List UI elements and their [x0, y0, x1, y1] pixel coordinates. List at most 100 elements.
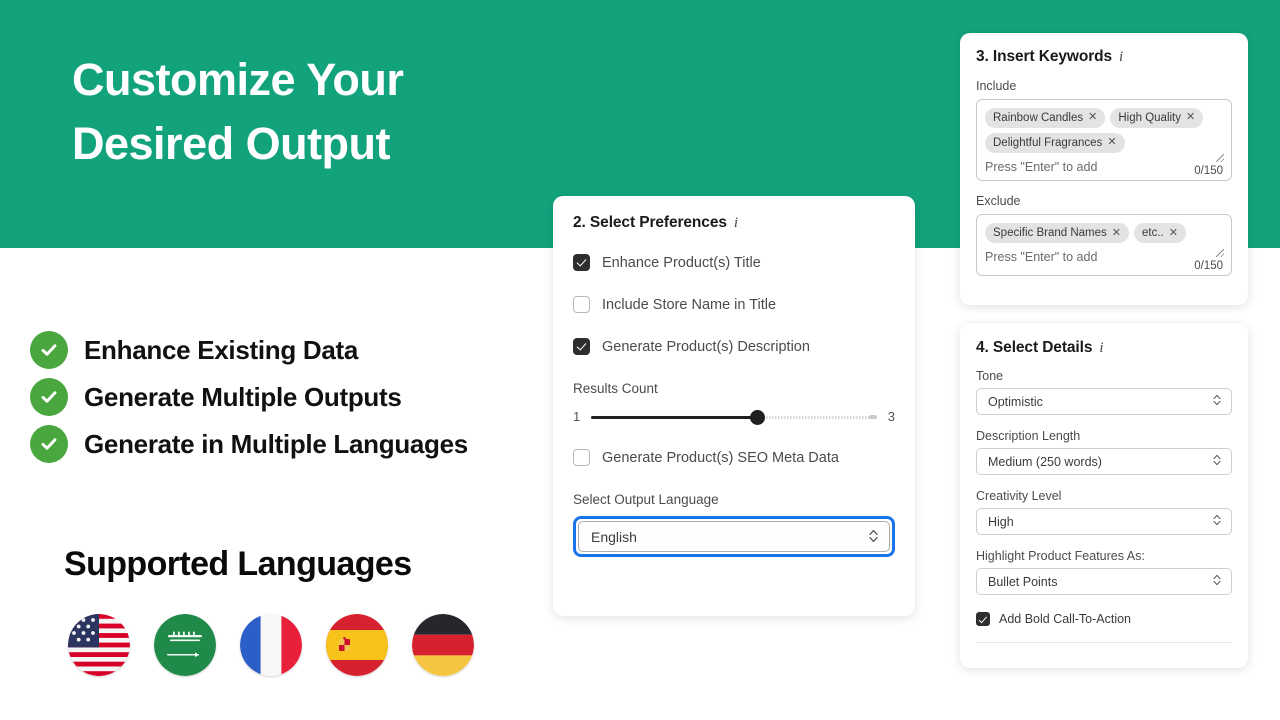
checkbox-bold-cta[interactable] — [976, 612, 990, 626]
flag-germany-icon — [412, 614, 474, 676]
keyword-tag-label: High Quality — [1118, 112, 1181, 124]
select-creativity-level[interactable]: High — [976, 508, 1232, 535]
checkbox-label: Add Bold Call-To-Action — [999, 612, 1132, 626]
exclude-char-counter: 0/150 — [1194, 260, 1223, 273]
slider-max-label: 3 — [887, 409, 895, 424]
chevron-updown-icon[interactable] — [868, 528, 879, 546]
output-language-label: Select Output Language — [573, 492, 719, 507]
check-circle-icon — [30, 425, 68, 463]
chevron-updown-icon[interactable] — [1212, 513, 1222, 531]
supported-languages-flags — [68, 614, 474, 676]
card-title-text: 2. Select Preferences — [573, 214, 727, 231]
insert-keywords-card: 3. Insert Keywords i Include Rainbow Can… — [960, 33, 1248, 305]
flag-spain-icon — [326, 614, 388, 676]
checkbox-row-bold-cta[interactable]: Add Bold Call-To-Action — [976, 612, 1232, 626]
select-highlight-features[interactable]: Bullet Points — [976, 568, 1232, 595]
select-value: English — [591, 528, 637, 545]
resize-handle-icon[interactable] — [1216, 154, 1224, 163]
card-title-text: 4. Select Details — [976, 339, 1093, 356]
check-circle-icon — [30, 331, 68, 369]
results-count-slider[interactable]: 1 3 — [573, 409, 895, 425]
list-item: Generate in Multiple Languages — [30, 424, 468, 464]
exclude-placeholder: Press "Enter" to add — [985, 250, 1098, 265]
select-description-length[interactable]: Medium (250 words) — [976, 448, 1232, 475]
list-item: Enhance Existing Data — [30, 330, 468, 370]
checkbox-label: Include Store Name in Title — [602, 296, 777, 313]
close-icon[interactable]: ✕ — [1112, 226, 1121, 241]
flag-saudi-arabia-icon — [154, 614, 216, 676]
checkbox-label: Enhance Product(s) Title — [602, 254, 761, 271]
select-value: Optimistic — [988, 394, 1043, 409]
feature-list: Enhance Existing Data Generate Multiple … — [30, 330, 468, 471]
keyword-tag[interactable]: etc.. ✕ — [1134, 223, 1186, 244]
select-value: High — [988, 514, 1014, 529]
feature-label: Generate in Multiple Languages — [84, 428, 468, 459]
supported-languages-title: Supported Languages — [64, 545, 412, 583]
checkbox-seo-meta[interactable] — [573, 449, 590, 466]
close-icon[interactable]: ✕ — [1107, 135, 1116, 150]
tone-label: Tone — [976, 369, 1004, 383]
keyword-tag[interactable]: Rainbow Candles ✕ — [985, 108, 1106, 129]
highlight-features-label: Highlight Product Features As: — [976, 549, 1145, 563]
include-keywords-input[interactable]: Rainbow Candles ✕ High Quality ✕ Delight… — [976, 99, 1232, 182]
output-language-focus-ring: English — [573, 516, 895, 557]
card-title-text: 3. Insert Keywords — [976, 48, 1113, 65]
keyword-tag[interactable]: Delightful Fragrances ✕ — [985, 133, 1125, 154]
keyword-tag-label: Specific Brand Names — [993, 227, 1107, 240]
keyword-tag[interactable]: High Quality ✕ — [1110, 108, 1204, 129]
checkbox-enhance-title[interactable] — [573, 254, 590, 271]
slider-thumb[interactable] — [749, 409, 765, 425]
list-item: Generate Multiple Outputs — [30, 377, 468, 417]
select-value: Medium (250 words) — [988, 454, 1102, 469]
feature-label: Enhance Existing Data — [84, 334, 359, 365]
flag-usa-icon — [68, 614, 130, 676]
close-icon[interactable]: ✕ — [1088, 110, 1097, 125]
info-icon[interactable]: i — [1099, 340, 1103, 357]
info-icon[interactable]: i — [734, 215, 738, 232]
creativity-level-label: Creativity Level — [976, 489, 1062, 503]
checkbox-include-store-name[interactable] — [573, 296, 590, 313]
card-title-select-preferences: 2. Select Preferences i — [573, 214, 895, 232]
chevron-updown-icon[interactable] — [1212, 453, 1222, 471]
hero-title-line2: Desired Output — [72, 118, 391, 170]
include-char-counter: 0/150 — [1194, 165, 1223, 178]
chevron-updown-icon[interactable] — [1212, 573, 1222, 591]
include-placeholder: Press "Enter" to add — [985, 160, 1098, 175]
card-title-select-details: 4. Select Details i — [976, 339, 1232, 357]
close-icon[interactable]: ✕ — [1169, 226, 1178, 241]
keyword-tag[interactable]: Specific Brand Names ✕ — [985, 223, 1129, 244]
card-title-insert-keywords: 3. Insert Keywords i — [976, 48, 1232, 66]
page-title: Customize Your Desired Output — [72, 48, 692, 177]
results-count-label: Results Count — [573, 381, 658, 396]
feature-label: Generate Multiple Outputs — [84, 381, 402, 412]
slider-end-cap — [868, 415, 877, 419]
promo-screenshot: Customize Your Desired Output Enhance Ex… — [0, 0, 1280, 720]
exclude-label: Exclude — [976, 194, 1021, 209]
select-details-card: 4. Select Details i Tone Optimistic Desc… — [960, 323, 1248, 668]
checkbox-row-seo-meta[interactable]: Generate Product(s) SEO Meta Data — [573, 449, 895, 466]
section-divider — [976, 642, 1232, 643]
exclude-tag-list: Specific Brand Names ✕ etc.. ✕ — [985, 223, 1223, 244]
keyword-tag-label: Rainbow Candles — [993, 112, 1084, 124]
info-icon[interactable]: i — [1119, 49, 1123, 66]
chevron-updown-icon[interactable] — [1212, 393, 1222, 411]
select-tone[interactable]: Optimistic — [976, 388, 1232, 415]
select-value: Bullet Points — [988, 574, 1058, 589]
close-icon[interactable]: ✕ — [1186, 110, 1195, 125]
include-tag-list: Rainbow Candles ✕ High Quality ✕ Delight… — [985, 108, 1223, 154]
slider-track[interactable] — [591, 409, 877, 425]
exclude-keywords-input[interactable]: Specific Brand Names ✕ etc.. ✕ Press "En… — [976, 214, 1232, 277]
keyword-tag-label: Delightful Fragrances — [993, 137, 1103, 150]
resize-handle-icon[interactable] — [1216, 249, 1224, 258]
checkbox-row-generate-description[interactable]: Generate Product(s) Description — [573, 338, 895, 355]
hero-title-line1: Customize Your — [72, 54, 404, 105]
checkbox-row-include-store-name[interactable]: Include Store Name in Title — [573, 296, 895, 313]
check-circle-icon — [30, 378, 68, 416]
checkbox-generate-description[interactable] — [573, 338, 590, 355]
flag-france-icon — [240, 614, 302, 676]
keyword-tag-label: etc.. — [1142, 227, 1164, 240]
slider-fill — [591, 415, 757, 419]
checkbox-label: Generate Product(s) SEO Meta Data — [602, 449, 839, 466]
checkbox-row-enhance-title[interactable]: Enhance Product(s) Title — [573, 254, 895, 271]
select-output-language[interactable]: English — [578, 521, 890, 552]
